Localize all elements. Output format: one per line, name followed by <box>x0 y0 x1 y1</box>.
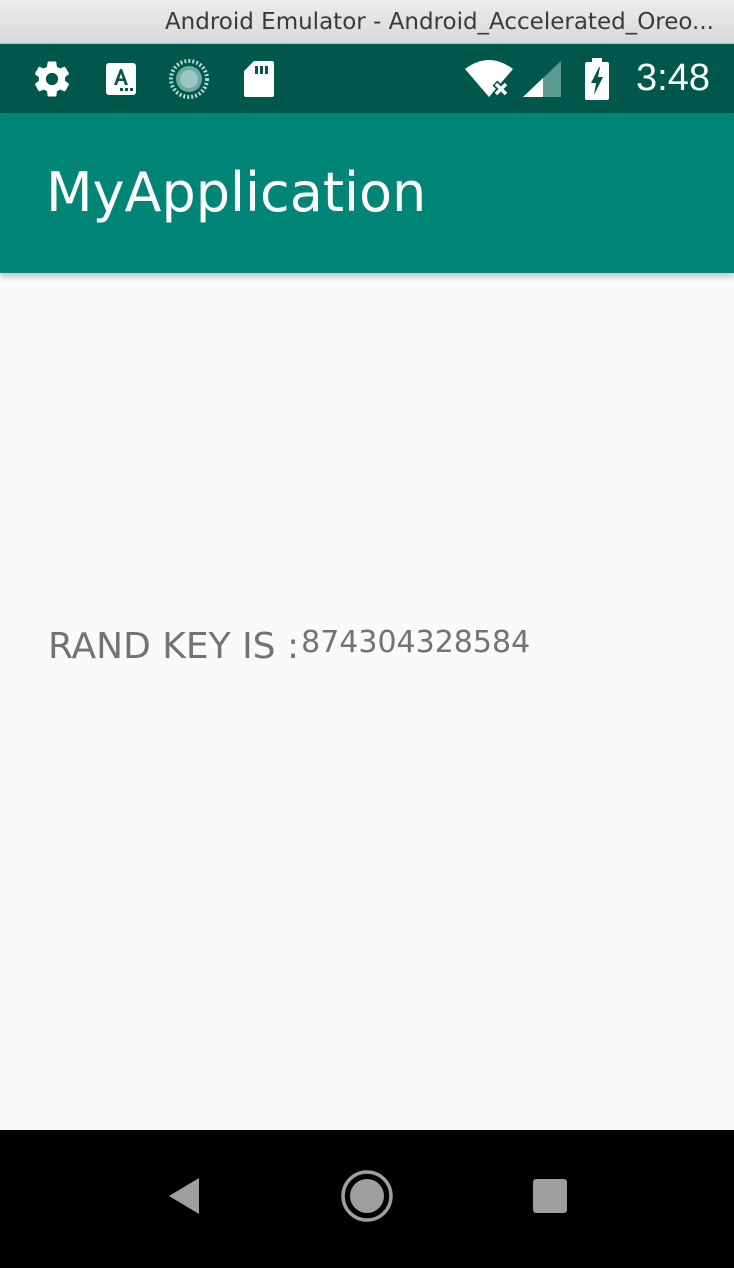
wifi-off-icon <box>462 58 516 100</box>
sd-card-icon <box>240 58 278 100</box>
recents-icon <box>531 1177 569 1220</box>
back-icon <box>165 1176 203 1221</box>
status-bar: 3:48 <box>0 44 734 113</box>
signal-icon <box>520 58 564 100</box>
text-a-icon <box>102 58 140 100</box>
rand-key-value: 874304328584 <box>301 625 531 660</box>
home-icon <box>340 1169 394 1228</box>
app-title: MyApplication <box>46 161 427 224</box>
window-titlebar[interactable]: Android Emulator - Android_Accelerated_O… <box>0 0 734 44</box>
rand-key-row: RAND KEY IS : 874304328584 <box>48 623 530 669</box>
gear-icon <box>30 58 74 100</box>
emulator-window: Android Emulator - Android_Accelerated_O… <box>0 0 734 1268</box>
back-button[interactable] <box>156 1170 212 1226</box>
recents-button[interactable] <box>522 1170 578 1226</box>
sync-circle-icon <box>166 58 212 100</box>
rand-key-label: RAND KEY IS : <box>48 626 300 667</box>
main-content: RAND KEY IS : 874304328584 <box>0 273 734 1130</box>
battery-charging-icon <box>582 58 612 100</box>
navigation-bar <box>0 1130 734 1268</box>
app-bar: MyApplication <box>0 113 734 273</box>
status-clock: 3:48 <box>636 57 710 99</box>
window-title: Android Emulator - Android_Accelerated_O… <box>164 8 714 35</box>
home-button[interactable] <box>339 1169 395 1228</box>
